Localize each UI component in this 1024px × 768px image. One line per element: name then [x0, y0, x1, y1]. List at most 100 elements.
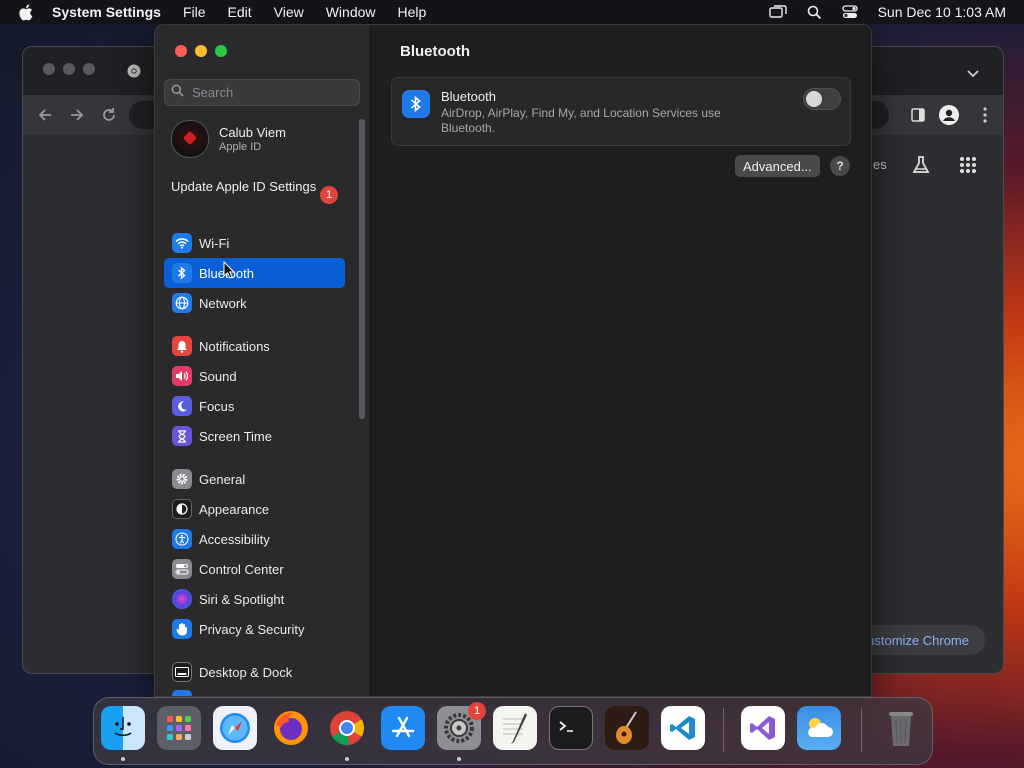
screen-mirroring-icon[interactable] — [768, 5, 787, 19]
dock-vscode-icon[interactable] — [661, 706, 705, 750]
spotlight-search-icon[interactable] — [807, 5, 822, 20]
apple-id-account[interactable]: Calub Viem Apple ID — [171, 120, 286, 158]
dock-terminal-icon[interactable] — [549, 706, 593, 750]
dock-garageband-icon[interactable] — [605, 706, 649, 750]
chrome-partial-text[interactable]: es — [873, 157, 887, 172]
menu-app-name[interactable]: System Settings — [52, 4, 161, 20]
system-settings-window: Calub Viem Apple ID Update Apple ID Sett… — [154, 24, 872, 697]
sidebar-item-desktop-dock[interactable]: Desktop & Dock — [164, 657, 345, 687]
dock-weather-icon[interactable] — [797, 706, 841, 750]
chrome-menu-icon[interactable] — [983, 107, 987, 128]
sidebar-item-label: Screen Time — [199, 428, 272, 444]
dock-visual-studio-icon[interactable] — [741, 706, 785, 750]
chrome-close-button[interactable] — [43, 63, 55, 75]
sidebar-item-network[interactable]: Network — [164, 288, 345, 318]
sidebar-item-label: Network — [199, 295, 247, 311]
chrome-minimize-button[interactable] — [63, 63, 75, 75]
reload-icon[interactable] — [101, 107, 117, 128]
system-settings-badge: 1 — [468, 702, 486, 720]
update-apple-id-item[interactable]: Update Apple ID Settings — [171, 179, 341, 195]
hourglass-icon — [172, 426, 192, 446]
toggle-knob — [806, 91, 822, 107]
sidebar-item-screen-time[interactable]: Screen Time — [164, 421, 345, 451]
sidebar-item-notifications[interactable]: Notifications — [164, 331, 345, 361]
tab-list-chevron-icon[interactable] — [967, 65, 979, 83]
account-name: Calub Viem — [219, 125, 286, 140]
zoom-button[interactable] — [215, 45, 227, 57]
menu-help[interactable]: Help — [398, 4, 427, 20]
sidebar-item-label: Accessibility — [199, 531, 270, 547]
wifi-icon — [172, 233, 192, 253]
moon-icon — [172, 396, 192, 416]
sidebar-search[interactable] — [164, 79, 360, 106]
menu-view[interactable]: View — [274, 4, 304, 20]
menu-file[interactable]: File — [183, 4, 206, 20]
close-button[interactable] — [175, 45, 187, 57]
dock: 1 — [93, 697, 933, 765]
bluetooth-icon — [402, 90, 430, 118]
sidebar-item-label: Focus — [199, 398, 235, 414]
page-title: Bluetooth — [400, 43, 470, 60]
mouse-cursor-icon — [223, 260, 236, 284]
appearance-icon — [172, 499, 192, 519]
search-icon — [171, 84, 184, 102]
bluetooth-card-description: AirDrop, AirPlay, Find My, and Location … — [441, 106, 721, 135]
forward-arrow-icon[interactable] — [69, 107, 85, 128]
speaker-icon — [172, 366, 192, 386]
menu-bar: System Settings File Edit View Window He… — [0, 0, 1024, 24]
dock-finder-icon[interactable] — [101, 706, 145, 750]
sidebar-item-label: Desktop & Dock — [199, 664, 293, 680]
dock-safari-icon[interactable] — [213, 706, 257, 750]
labs-flask-icon[interactable] — [911, 155, 931, 180]
sidebar-item-wifi[interactable]: Wi-Fi — [164, 228, 345, 258]
profile-icon[interactable] — [939, 105, 959, 125]
menu-clock[interactable]: Sun Dec 10 1:03 AM — [878, 4, 1006, 20]
dock-launchpad-icon[interactable] — [157, 706, 201, 750]
sidebar-scrollbar[interactable] — [359, 119, 365, 419]
sidebar-item-label: Siri & Spotlight — [199, 591, 285, 607]
avatar — [171, 120, 209, 158]
sidebar-item-label: Appearance — [199, 501, 270, 517]
sidebar-item-label: General — [199, 471, 246, 487]
settings-sidebar: Calub Viem Apple ID Update Apple ID Sett… — [155, 25, 371, 696]
dock-app-store-icon[interactable] — [381, 706, 425, 750]
traffic-lights — [175, 45, 227, 57]
dock-chrome-icon[interactable] — [325, 706, 369, 750]
sidebar-item-general[interactable]: General — [164, 464, 345, 494]
apple-menu-icon[interactable] — [18, 4, 36, 21]
dock-textedit-icon[interactable] — [493, 706, 537, 750]
dock-trash-icon[interactable] — [879, 706, 923, 750]
minimize-button[interactable] — [195, 45, 207, 57]
chrome-tab-favicon-icon[interactable] — [127, 64, 141, 83]
dock-firefox-icon[interactable] — [269, 706, 313, 750]
update-badge: 1 — [320, 186, 338, 204]
sidebar-item-label: Notifications — [199, 338, 270, 354]
sidebar-item-accessibility[interactable]: Accessibility — [164, 524, 345, 554]
dock-icon — [172, 662, 192, 682]
sidebar-item-appearance[interactable]: Appearance — [164, 494, 345, 524]
sidebar-item-label: Wi-Fi — [199, 235, 230, 251]
menu-edit[interactable]: Edit — [228, 4, 252, 20]
dock-separator — [723, 708, 724, 752]
siri-icon — [172, 589, 192, 609]
bluetooth-toggle[interactable] — [803, 88, 841, 110]
apps-grid-icon[interactable] — [959, 156, 977, 179]
sidebar-item-bluetooth[interactable]: Bluetooth — [164, 258, 345, 288]
sidebar-item-sound[interactable]: Sound — [164, 361, 345, 391]
finder-running-indicator — [121, 757, 125, 761]
sidebar-item-label: Control Center — [199, 561, 284, 577]
control-center-icon[interactable] — [841, 5, 858, 19]
advanced-button[interactable]: Advanced... — [735, 155, 820, 177]
chrome-zoom-button[interactable] — [83, 63, 95, 75]
sidebar-item-focus[interactable]: Focus — [164, 391, 345, 421]
side-panel-icon[interactable] — [911, 108, 925, 127]
settings-content: Bluetooth Bluetooth AirDrop, AirPlay, Fi… — [371, 25, 871, 696]
sidebar-item-privacy-security[interactable]: Privacy & Security — [164, 614, 345, 644]
search-input[interactable] — [190, 84, 354, 101]
globe-icon — [172, 293, 192, 313]
sidebar-item-siri-spotlight[interactable]: Siri & Spotlight — [164, 584, 345, 614]
help-button[interactable]: ? — [830, 156, 850, 176]
back-arrow-icon[interactable] — [37, 107, 53, 128]
sidebar-item-control-center[interactable]: Control Center — [164, 554, 345, 584]
menu-window[interactable]: Window — [326, 4, 376, 20]
